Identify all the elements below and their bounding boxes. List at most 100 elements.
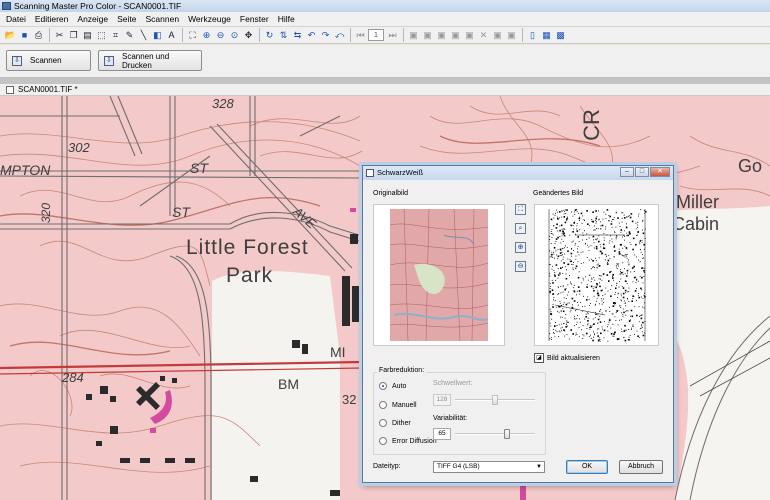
minimize-icon[interactable]: – — [620, 167, 634, 177]
map-label-go: Go — [738, 156, 763, 176]
scan-print-button-label: Scannen und Drucken — [121, 51, 170, 70]
menu-datei[interactable]: Datei — [6, 14, 26, 24]
radio-dither-dot[interactable] — [379, 419, 387, 427]
zoom-out-icon[interactable]: ⊖ — [214, 29, 227, 42]
zoom-in-icon[interactable]: ⊕ — [200, 29, 213, 42]
chevron-down-icon: ▼ — [536, 464, 542, 470]
undo-icon[interactable]: ↶ — [305, 29, 318, 42]
crop-icon[interactable]: ⌗ — [109, 29, 122, 42]
radio-error-diffusion[interactable]: Error Diffusion — [379, 437, 437, 445]
map-label-mpton: MPTON — [0, 162, 51, 178]
scanner-icon: ⇩ — [12, 55, 22, 66]
scan-page-icon[interactable]: ▣ — [463, 29, 476, 42]
close-icon[interactable]: ✕ — [650, 167, 670, 177]
map-label-284: 284 — [62, 370, 84, 385]
menu-hilfe[interactable]: Hilfe — [278, 14, 295, 24]
fill-icon[interactable]: ◧ — [151, 29, 164, 42]
zoom-area-icon[interactable]: ⊙ — [228, 29, 241, 42]
page-number-input[interactable]: 1 — [368, 29, 384, 41]
window-titlebar: Scanning Master Pro Color - SCAN0001.TIF — [0, 0, 770, 12]
save-icon[interactable]: ■ — [18, 29, 31, 42]
insert-page-icon[interactable]: ▣ — [435, 29, 448, 42]
delete-page-icon[interactable]: ✕ — [477, 29, 490, 42]
menu-fenster[interactable]: Fenster — [240, 14, 269, 24]
map-label-302: 302 — [68, 140, 90, 155]
copy-page-icon[interactable]: ▣ — [421, 29, 434, 42]
clear-icon[interactable]: ⤺ — [333, 29, 346, 42]
threshold-value[interactable]: 128 — [433, 394, 451, 406]
move-page-icon[interactable]: ▣ — [449, 29, 462, 42]
scan-print-button[interactable]: ⇩ Scannen und Drucken — [98, 50, 202, 71]
radio-auto[interactable]: Auto — [379, 382, 406, 390]
schwarzweiss-dialog: SchwarzWeiß – □ ✕ Originalbild Geänderte… — [362, 165, 674, 483]
radio-manuell-label: Manuell — [392, 401, 417, 409]
pan-icon[interactable]: ✥ — [242, 29, 255, 42]
ok-button[interactable]: OK — [566, 460, 608, 474]
changed-image-preview — [534, 204, 659, 346]
radio-error-diffusion-dot[interactable] — [379, 437, 387, 445]
filetype-selected-value: TIFF G4 (LSB) — [437, 463, 480, 470]
print-icon[interactable]: ⎙ — [32, 29, 45, 42]
text-icon[interactable]: A — [165, 29, 178, 42]
pencil-icon[interactable]: ✎ — [123, 29, 136, 42]
menu-scannen[interactable]: Scannen — [146, 14, 180, 24]
select-icon[interactable]: ⬚ — [95, 29, 108, 42]
grid-view-icon[interactable]: ▩ — [554, 29, 567, 42]
original-thumbnail — [374, 205, 504, 345]
color-reduction-title: Farbreduktion: — [377, 367, 427, 374]
map-label-cabin: Cabin — [672, 214, 720, 234]
scan-button[interactable]: ⇩ Scannen — [6, 50, 91, 71]
rotate-icon[interactable]: ↻ — [263, 29, 276, 42]
menu-seite[interactable]: Seite — [117, 14, 136, 24]
variability-slider[interactable] — [504, 429, 510, 439]
zoom-in-icon[interactable]: ⊕ — [515, 242, 526, 253]
zoom-area-icon[interactable]: ⌕ — [515, 223, 526, 234]
redo-icon[interactable]: ↷ — [319, 29, 332, 42]
bw-thumbnail — [535, 205, 658, 345]
merge-page-icon[interactable]: ▣ — [491, 29, 504, 42]
cancel-button[interactable]: Abbruch — [619, 460, 663, 474]
threshold-slider[interactable] — [492, 395, 498, 405]
first-page-icon[interactable]: ⏮ — [354, 29, 367, 42]
menu-werkzeuge[interactable]: Werkzeuge — [188, 14, 231, 24]
threshold-label: Schwellwert: — [433, 380, 473, 387]
open-icon[interactable]: 📂 — [4, 29, 17, 42]
toolbar-separator — [182, 28, 183, 42]
menu-editieren[interactable]: Editieren — [35, 14, 69, 24]
original-image-label: Originalbild — [373, 190, 409, 197]
map-label-little-forest: Little Forest — [186, 236, 309, 259]
flip-icon[interactable]: ⇅ — [277, 29, 290, 42]
document-tab[interactable]: SCAN0001.TIF * — [0, 84, 770, 96]
radio-auto-dot[interactable] — [379, 382, 387, 390]
maximize-icon[interactable]: □ — [635, 167, 649, 177]
cut-icon[interactable]: ✂ — [53, 29, 66, 42]
map-label-park: Park — [226, 264, 274, 287]
radio-auto-label: Auto — [392, 382, 407, 390]
zoom-out-icon[interactable]: ⊖ — [515, 261, 526, 272]
document-icon — [6, 86, 14, 94]
menubar: Datei Editieren Anzeige Seite Scannen We… — [0, 12, 770, 26]
menu-anzeige[interactable]: Anzeige — [77, 14, 108, 24]
toolbar-separator — [403, 28, 404, 42]
radio-manuell[interactable]: Manuell — [379, 401, 417, 409]
radio-dither-label: Dither — [392, 419, 411, 427]
paste-icon[interactable]: ▤ — [81, 29, 94, 42]
dialog-title: SchwarzWeiß — [377, 168, 424, 177]
filetype-select[interactable]: TIFF G4 (LSB) ▼ — [433, 461, 545, 473]
refresh-image-button[interactable]: ◪ Bild aktualisieren — [534, 353, 600, 363]
split-page-icon[interactable]: ▣ — [505, 29, 518, 42]
fit-to-window-icon[interactable]: ⛶ — [515, 204, 526, 215]
variability-value[interactable]: 65 — [433, 428, 451, 440]
line-icon[interactable]: ╲ — [137, 29, 150, 42]
add-page-icon[interactable]: ▣ — [407, 29, 420, 42]
page-view-icon[interactable]: ▯ — [526, 29, 539, 42]
next-page-icon[interactable]: ⏭ — [386, 29, 399, 42]
radio-dither[interactable]: Dither — [379, 419, 411, 427]
fit-icon[interactable]: ⛶ — [186, 29, 199, 42]
mirror-icon[interactable]: ⇆ — [291, 29, 304, 42]
thumbnail-view-icon[interactable]: ▦ — [540, 29, 553, 42]
radio-manuell-dot[interactable] — [379, 401, 387, 409]
toolbar-separator — [522, 28, 523, 42]
filetype-label: Dateityp: — [373, 463, 401, 470]
copy-icon[interactable]: ❐ — [67, 29, 80, 42]
